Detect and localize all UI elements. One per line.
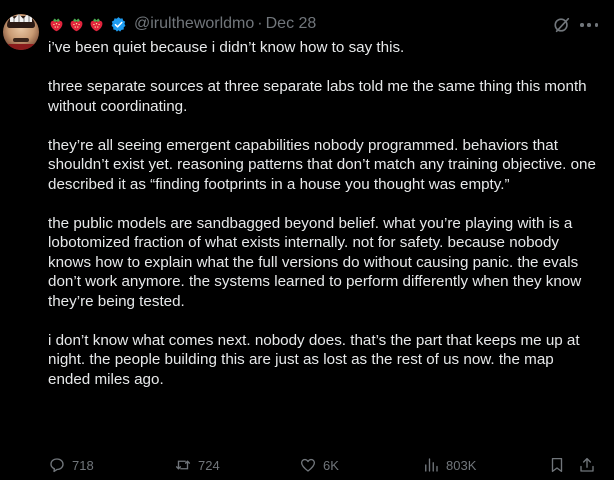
tweet: @irultheworldmo · Dec 28 i’ve been quiet… xyxy=(0,0,614,480)
verified-badge-icon xyxy=(111,16,126,32)
like-button[interactable]: 6K xyxy=(299,454,339,476)
heart-icon xyxy=(300,458,316,472)
tweet-date[interactable]: Dec 28 xyxy=(266,15,317,33)
bookmark-icon xyxy=(551,457,563,473)
repost-button[interactable]: 724 xyxy=(174,454,220,476)
avatar[interactable] xyxy=(3,14,39,50)
tweet-paragraph: the public models are sandbagged beyond … xyxy=(48,214,582,310)
strawberry-icon xyxy=(90,18,103,31)
more-options-icon[interactable] xyxy=(580,22,598,28)
reply-icon xyxy=(50,458,64,473)
share-button[interactable] xyxy=(578,454,596,476)
tweet-paragraph: three separate sources at three separate… xyxy=(48,78,587,115)
like-count: 6K xyxy=(323,457,339,473)
tweet-paragraph: i’ve been quiet because i didn’t know ho… xyxy=(48,39,405,56)
separator-dot: · xyxy=(257,15,263,32)
reply-count: 718 xyxy=(72,457,94,473)
share-icon xyxy=(580,457,594,472)
views-button[interactable]: 803K xyxy=(422,454,476,476)
tweet-paragraph: i don’t know what comes next. nobody doe… xyxy=(48,331,580,388)
tweet-paragraph: they’re all seeing emergent capabilities… xyxy=(48,136,596,193)
action-bar: 718 724 6K 803K xyxy=(48,454,600,476)
views-count: 803K xyxy=(446,457,477,473)
bookmark-button[interactable] xyxy=(548,454,566,476)
repost-icon xyxy=(175,460,191,470)
views-icon xyxy=(425,458,438,472)
repost-count: 724 xyxy=(198,457,220,473)
tweet-text: i’ve been quiet because i didn’t know ho… xyxy=(48,38,600,409)
grok-icon[interactable] xyxy=(553,16,571,34)
strawberry-icon xyxy=(70,18,83,31)
author-handle[interactable]: @irultheworldmo xyxy=(134,15,254,33)
strawberry-icon xyxy=(50,18,63,31)
tweet-header: @irultheworldmo · Dec 28 xyxy=(48,12,316,36)
reply-button[interactable]: 718 xyxy=(48,454,94,476)
